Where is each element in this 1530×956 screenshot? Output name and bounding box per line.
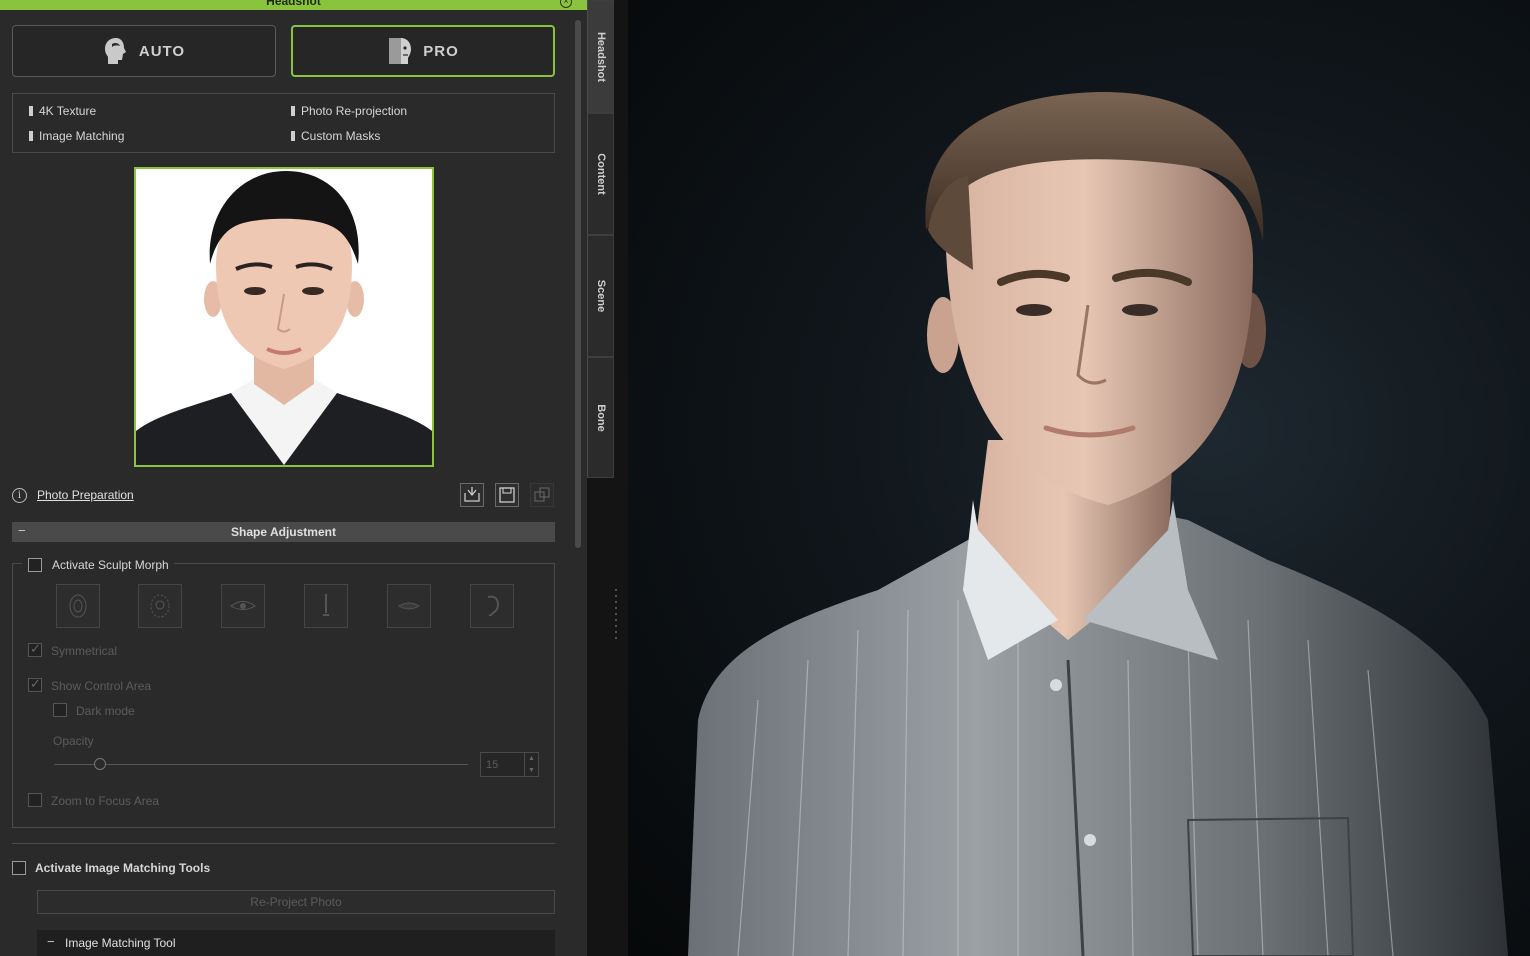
activate-image-matching-checkbox[interactable] (12, 861, 26, 875)
collapse-icon[interactable]: − (47, 934, 55, 949)
panel-scrollbar[interactable] (575, 20, 581, 548)
resize-grip-icon[interactable] (614, 588, 618, 644)
tab-headshot-label: Headshot (594, 31, 607, 82)
feature-4k-texture: 4K Texture (27, 104, 96, 118)
full-face-icon[interactable] (56, 584, 100, 628)
avatar-render (688, 91, 1508, 956)
activate-image-matching-label: Activate Image Matching Tools (35, 861, 211, 875)
source-photo[interactable] (134, 167, 434, 467)
mouth-icon[interactable] (387, 584, 431, 628)
pro-mode-label: PRO (423, 42, 459, 60)
photo-preparation-link[interactable]: Photo Preparation (37, 488, 134, 502)
tab-bone-label: Bone (594, 403, 607, 432)
compare-icon[interactable] (530, 483, 554, 507)
image-matching-tool-title: Image Matching Tool (65, 936, 176, 950)
show-control-area-checkbox[interactable] (28, 676, 42, 692)
feature-photo-reprojection: Photo Re-projection (289, 104, 407, 118)
nose-icon[interactable] (304, 584, 348, 628)
head-outline-icon[interactable] (138, 584, 182, 628)
3d-viewport[interactable] (628, 0, 1530, 956)
portrait-photo (136, 169, 432, 465)
spin-down-icon[interactable]: ▼ (524, 765, 538, 777)
image-matching-tool-header[interactable]: − Image Matching Tool (37, 930, 555, 956)
auto-mode-button[interactable]: AUTO (12, 25, 276, 77)
activate-sculpt-morph-label: Activate Sculpt Morph (52, 558, 169, 572)
headshot-panel: Headshot × AUTO PRO 4K Texture Photo Re-… (0, 0, 587, 956)
opacity-slider-thumb[interactable] (94, 758, 106, 770)
tab-scene[interactable]: Scene (587, 235, 614, 357)
dark-mode-label: Dark mode (76, 704, 135, 718)
opacity-slider-track[interactable] (54, 764, 468, 765)
dark-mode-checkbox[interactable] (53, 703, 67, 717)
eye-icon[interactable] (221, 584, 265, 628)
feature-image-matching: Image Matching (27, 129, 124, 143)
spin-up-icon[interactable]: ▲ (524, 753, 538, 765)
feature-list: 4K Texture Photo Re-projection Image Mat… (12, 93, 555, 153)
shape-adjustment-title: Shape Adjustment (231, 525, 336, 539)
tab-bone[interactable]: Bone (587, 357, 614, 478)
section-divider (12, 843, 555, 844)
zoom-to-focus-area-label: Zoom to Focus Area (51, 794, 160, 808)
pro-mode-button[interactable]: PRO (291, 25, 555, 77)
tab-content[interactable]: Content (587, 113, 614, 235)
auto-head-icon (104, 38, 126, 64)
feature-custom-masks: Custom Masks (289, 129, 380, 143)
tab-headshot[interactable]: Headshot (587, 0, 614, 113)
save-icon[interactable] (495, 483, 519, 507)
info-icon[interactable]: i (12, 488, 27, 503)
tab-scene-label: Scene (594, 279, 607, 313)
auto-mode-label: AUTO (138, 42, 186, 60)
opacity-label: Opacity (53, 734, 94, 748)
shape-adjustment-header[interactable]: − Shape Adjustment (12, 522, 555, 542)
load-photo-icon[interactable] (460, 483, 484, 507)
opacity-value: 15 (486, 759, 499, 771)
opacity-input[interactable]: 15 ▲ ▼ (480, 752, 539, 777)
symmetrical-checkbox[interactable] (28, 641, 42, 657)
symmetrical-label: Symmetrical (51, 644, 118, 658)
vertical-tab-strip: Headshot Content Scene Bone (587, 0, 628, 956)
ear-icon[interactable] (470, 584, 514, 628)
activate-sculpt-morph-checkbox[interactable] (28, 558, 42, 572)
zoom-to-focus-area-checkbox[interactable] (28, 793, 42, 807)
show-control-area-label: Show Control Area (51, 679, 152, 693)
tab-content-label: Content (594, 153, 607, 195)
pro-face-icon (389, 38, 412, 64)
reproject-photo-button[interactable]: Re-Project Photo (37, 890, 555, 914)
panel-title: Headshot (266, 0, 321, 8)
panel-title-bar: Headshot × (0, 0, 587, 10)
